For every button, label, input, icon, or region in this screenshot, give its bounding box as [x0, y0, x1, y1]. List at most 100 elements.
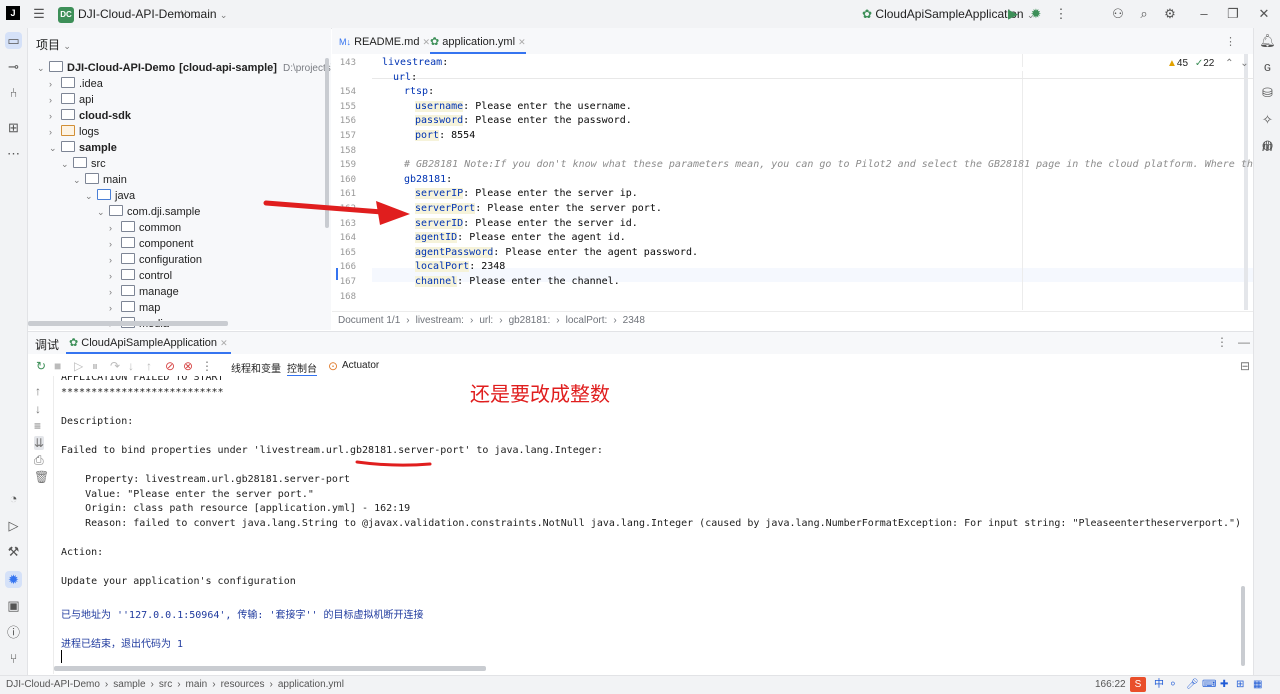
chevron-down-icon[interactable]: ⌄ — [73, 172, 85, 188]
gradle-icon[interactable]: ɢ — [1259, 58, 1276, 75]
down-arrow-icon[interactable]: ↓ — [35, 402, 41, 416]
tree-item[interactable]: ⌄ src — [61, 156, 106, 172]
chevron-up-icon[interactable]: ⌃ — [1225, 58, 1233, 69]
breadcrumb-item[interactable]: gb28181: — [509, 315, 551, 326]
resume-icon[interactable]: ▷ — [74, 359, 83, 373]
run-tool-icon[interactable]: ▷ — [5, 517, 22, 534]
more-options-icon[interactable]: ⋮ — [1216, 335, 1228, 349]
tab-options-icon[interactable]: ⋮ — [1225, 32, 1236, 52]
soft-wrap-icon[interactable]: ≡ — [34, 419, 41, 433]
tree-item[interactable]: ⌄ DJI-Cloud-API-Demo [cloud-api-sample] D:\… — [37, 60, 331, 76]
status-path-item[interactable]: sample — [113, 679, 145, 690]
hide-panel-icon[interactable]: — — [1238, 335, 1250, 349]
tree-item[interactable]: › map — [109, 300, 160, 316]
breadcrumb-item[interactable]: livestream: — [416, 315, 464, 326]
chevron-right-icon[interactable]: › — [49, 92, 61, 108]
rerun-icon[interactable]: ↻ — [36, 359, 46, 373]
more-options-icon[interactable]: ⋮ — [201, 359, 213, 373]
status-path-item[interactable]: main — [186, 679, 208, 690]
view-breakpoints-icon[interactable]: ⊘ — [165, 359, 175, 373]
chevron-down-icon[interactable]: ⌄ — [85, 188, 97, 204]
chevron-down-icon[interactable]: ⌄ — [61, 156, 73, 172]
terminal-icon[interactable]: ▣ — [5, 597, 22, 614]
tree-item[interactable]: › cloud-sdk — [49, 108, 131, 124]
keyboard-icon[interactable]: ⌨ — [1202, 676, 1216, 693]
tree-item[interactable]: › common — [109, 220, 181, 236]
chevron-right-icon[interactable]: › — [109, 284, 121, 300]
microphone-icon[interactable]: 🎤︎ — [1186, 676, 1199, 693]
layout-icon[interactable]: ⊟ — [1240, 359, 1250, 373]
project-tool-icon[interactable]: ▭ — [5, 32, 22, 49]
tree-item[interactable]: › logs — [49, 124, 99, 140]
tab-readme[interactable]: M↓ README.md ✕ — [339, 32, 430, 52]
breadcrumb-item[interactable]: url: — [479, 315, 493, 326]
git-icon[interactable]: ⑂ — [5, 650, 22, 667]
clear-icon[interactable]: 🗑︎ — [34, 470, 49, 484]
chevron-right-icon[interactable]: › — [109, 252, 121, 268]
minimize-icon[interactable]: – — [1196, 6, 1212, 22]
console-hscrollbar[interactable] — [54, 666, 486, 671]
project-panel-header[interactable]: 项目 ⌄ — [36, 36, 71, 53]
tab-application-yml[interactable]: ✿ application.yml ✕ — [430, 32, 526, 54]
inspection-widget[interactable]: ▲45 ✓22 ⌃ ⌄ — [1167, 58, 1249, 69]
main-menu-icon[interactable]: ☰ — [31, 6, 47, 22]
more-tools-icon[interactable]: ⋯ — [5, 145, 22, 162]
chevron-right-icon[interactable]: › — [49, 108, 61, 124]
problems-icon[interactable]: ⓘ — [5, 624, 22, 641]
editor-scrollbar[interactable] — [1244, 54, 1248, 310]
mute-breakpoints-icon[interactable]: ⊗ — [183, 359, 193, 373]
chevron-down-icon[interactable]: ⌄ — [49, 140, 61, 156]
pull-requests-icon[interactable]: ⑃ — [5, 84, 22, 101]
tree-item[interactable]: ⌄ java — [85, 188, 135, 204]
branch-selector[interactable]: ⑂ main ⌄ — [180, 5, 227, 23]
status-path-item[interactable]: resources — [221, 679, 265, 690]
breadcrumb-item[interactable]: localPort: — [566, 315, 608, 326]
breadcrumb-item[interactable]: 2348 — [623, 315, 645, 326]
subtab-threads[interactable]: 线程和变量 — [231, 360, 281, 375]
tree-item[interactable]: ⌄ com.dji.sample — [97, 204, 200, 220]
subtab-console[interactable]: 控制台 — [287, 360, 317, 377]
chevron-right-icon[interactable]: › — [109, 268, 121, 284]
debug-icon[interactable]: ✹ — [1028, 6, 1044, 22]
console-vscrollbar[interactable] — [1241, 586, 1245, 666]
skin-icon[interactable]: ✚ — [1220, 676, 1228, 693]
breadcrumb-item[interactable]: Document 1/1 — [338, 315, 400, 326]
status-path-item[interactable]: DJI-Cloud-API-Demo — [6, 679, 100, 690]
debug-tool-icon[interactable]: ✹ — [5, 571, 22, 588]
structure-icon[interactable]: ⊞ — [5, 119, 22, 136]
chevron-right-icon[interactable]: › — [49, 76, 61, 92]
tree-hscrollbar[interactable] — [28, 321, 228, 326]
commit-icon[interactable]: ⊸ — [5, 58, 22, 75]
up-arrow-icon[interactable]: ↑ — [35, 384, 41, 398]
print-icon[interactable]: ⎙ — [34, 453, 44, 468]
chevron-down-icon[interactable]: ⌄ — [1240, 58, 1248, 69]
ai-assistant-icon[interactable]: ✧ — [1259, 111, 1276, 128]
search-icon[interactable]: ⌕ — [1136, 6, 1152, 22]
notifications-icon[interactable]: 🔔︎ — [1259, 32, 1276, 49]
toolbox-icon[interactable]: ▦ — [1253, 676, 1262, 693]
chevron-right-icon[interactable]: › — [109, 300, 121, 316]
tree-item[interactable]: › api — [49, 92, 94, 108]
chevron-right-icon[interactable]: › — [49, 124, 61, 140]
console-output[interactable]: APPLICATION FAILED TO START *************… — [54, 376, 1246, 674]
chevron-down-icon[interactable]: ⌄ — [37, 60, 49, 76]
tree-item[interactable]: › manage — [109, 284, 179, 300]
tree-item[interactable]: ⌄ sample — [49, 140, 117, 156]
status-path-item[interactable]: application.yml — [278, 679, 344, 690]
step-into-icon[interactable]: ↓ — [128, 359, 134, 373]
apps-icon[interactable]: ⊞ — [1236, 676, 1244, 693]
profiler-icon[interactable]: ◔ — [5, 490, 22, 507]
debug-config-tab[interactable]: ✿ CloudApiSampleApplication ✕ — [66, 334, 231, 354]
chevron-right-icon[interactable]: › — [109, 236, 121, 252]
code-area[interactable]: ▲45 ✓22 ⌃ ⌄ livestream: url: rtsp: username… — [372, 54, 1253, 310]
scroll-to-end-icon[interactable]: ⇊ — [34, 436, 45, 450]
close-tab-icon[interactable]: ✕ — [220, 338, 228, 348]
subtab-actuator[interactable]: Actuator — [342, 360, 379, 371]
cursor-position[interactable]: 166:22 — [1095, 676, 1126, 693]
close-tab-icon[interactable]: ✕ — [423, 37, 431, 47]
status-path-item[interactable]: src — [159, 679, 172, 690]
database-icon[interactable]: ⛁ — [1259, 84, 1276, 101]
step-out-icon[interactable]: ↑ — [146, 359, 152, 373]
chevron-down-icon[interactable]: ⌄ — [97, 204, 109, 220]
add-user-icon[interactable]: ⚇ — [1110, 6, 1126, 22]
